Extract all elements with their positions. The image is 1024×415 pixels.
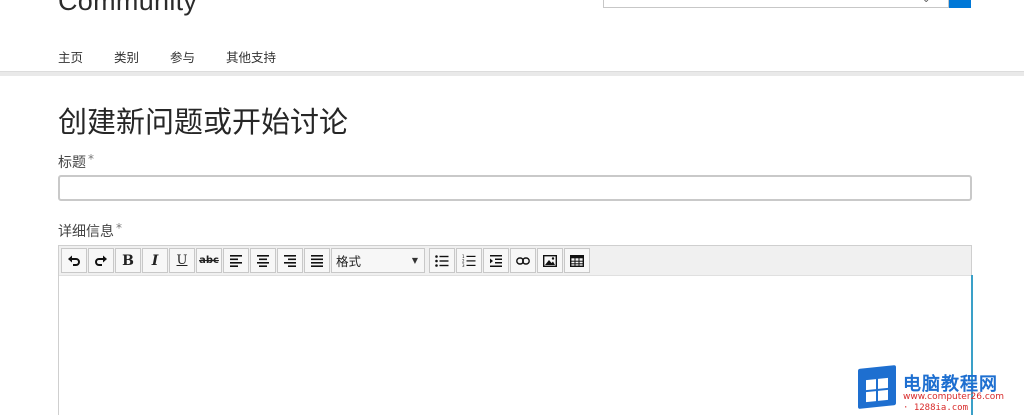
strikethrough-button[interactable]: abc (196, 248, 222, 273)
search-input[interactable] (603, 0, 949, 8)
svg-text:3: 3 (462, 263, 465, 267)
align-justify-button[interactable] (304, 248, 330, 273)
editor-content-area[interactable] (59, 276, 971, 415)
subject-label-text: 标题 (58, 155, 86, 171)
chevron-down-icon[interactable]: ⌄ (922, 0, 930, 5)
italic-button[interactable]: I (142, 248, 168, 273)
bullet-list-button[interactable] (429, 248, 455, 273)
link-icon (516, 256, 530, 265)
redo-icon (94, 254, 108, 268)
nav-participate[interactable]: 参与 (170, 47, 195, 66)
rich-text-editor: B I U abc 格式 ▼ 1 2 3 (58, 245, 972, 415)
numbered-list-icon: 123 (462, 254, 476, 267)
undo-button[interactable] (61, 248, 87, 273)
watermark-url: www.computer26.com (903, 392, 1005, 402)
chevron-down-icon: ▼ (411, 256, 418, 265)
community-brand[interactable]: Community (58, 0, 197, 17)
bullet-list-icon (435, 254, 449, 267)
subject-input[interactable] (58, 175, 972, 201)
indent-icon (489, 254, 503, 267)
image-button[interactable] (537, 248, 563, 273)
main-nav: 主页 类别 参与 其他支持 (58, 47, 307, 66)
watermark: 电脑教程网 www.computer26.com · 1288ia.com (858, 363, 1024, 415)
align-center-icon (256, 254, 270, 267)
bold-button[interactable]: B (115, 248, 141, 273)
details-label-text: 详细信息 (58, 224, 114, 240)
nav-categories[interactable]: 类别 (114, 47, 139, 66)
details-label: 详细信息 * (58, 221, 122, 241)
align-right-icon (283, 254, 297, 267)
search-button[interactable] (949, 0, 971, 8)
required-marker: * (88, 152, 94, 166)
table-icon (570, 254, 584, 267)
indent-button[interactable] (483, 248, 509, 273)
required-marker: * (116, 221, 122, 235)
windows-logo-icon (858, 365, 896, 409)
nav-more-support[interactable]: 其他支持 (226, 47, 276, 66)
editor-toolbar: B I U abc 格式 ▼ 1 2 3 (59, 246, 971, 276)
align-center-button[interactable] (250, 248, 276, 273)
image-icon (543, 254, 557, 267)
align-left-button[interactable] (223, 248, 249, 273)
align-right-button[interactable] (277, 248, 303, 273)
format-select-label: 格式 (336, 254, 362, 269)
link-button[interactable] (510, 248, 536, 273)
nav-home[interactable]: 主页 (58, 47, 83, 66)
table-button[interactable] (564, 248, 590, 273)
redo-button[interactable] (88, 248, 114, 273)
subject-label: 标题 * (58, 152, 94, 172)
watermark-url-secondary: · 1288ia.com (903, 403, 969, 413)
align-justify-icon (310, 254, 324, 267)
undo-icon (67, 254, 81, 268)
underline-button[interactable]: U (169, 248, 195, 273)
header-divider (0, 71, 1024, 76)
page-title: 创建新问题或开始讨论 (58, 105, 349, 139)
numbered-list-button[interactable]: 123 (456, 248, 482, 273)
align-left-icon (229, 254, 243, 267)
format-select[interactable]: 格式 ▼ (331, 248, 425, 273)
